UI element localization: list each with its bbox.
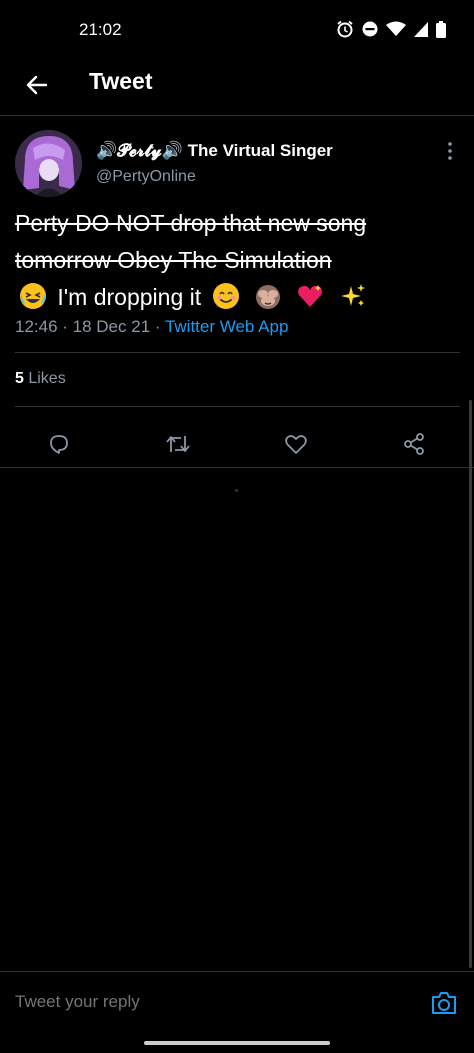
reply-input[interactable] (15, 992, 395, 1012)
scrollbar[interactable] (469, 400, 472, 968)
arrow-left-icon (26, 75, 48, 95)
likes-label: Likes (23, 370, 66, 387)
reply-bar (0, 971, 474, 1034)
tweet-text: Perty DO NOT drop that new song tomorrow… (15, 205, 455, 316)
app-bar: Tweet (0, 60, 474, 116)
tweet-timestamp: 12:46 · 18 Dec 21 · (15, 317, 165, 336)
display-name[interactable]: 🔊𝓟𝓮𝓻𝓽𝔂🔊 The Virtual Singer (96, 141, 333, 161)
page-title: Tweet (89, 68, 153, 94)
tweet-actions (0, 421, 474, 467)
laughing-emoji-icon (19, 282, 47, 310)
retweet-icon (166, 436, 190, 452)
smiling-emoji-icon (212, 282, 240, 310)
divider (15, 406, 460, 407)
back-button[interactable] (20, 68, 54, 102)
divider (15, 352, 460, 353)
tweet-meta: 12:46 · 18 Dec 21 · Twitter Web App (15, 317, 288, 337)
more-button[interactable] (440, 139, 460, 165)
heart-icon (285, 435, 307, 454)
share-icon (404, 433, 424, 455)
status-time: 21:02 (79, 20, 122, 39)
status-bar: 21:02 (0, 0, 474, 60)
retweet-button[interactable] (155, 421, 201, 467)
avatar[interactable] (15, 130, 82, 197)
tweet-text-struck: Perty DO NOT drop that new song tomorrow… (15, 210, 367, 273)
camera-button[interactable] (428, 987, 460, 1019)
signal-icon (414, 21, 428, 42)
see-no-evil-monkey-icon (254, 282, 282, 310)
sparkles-icon (339, 282, 367, 310)
likes-count[interactable]: 5 Likes (15, 370, 66, 388)
divider (0, 467, 474, 468)
reply-icon (50, 435, 68, 454)
camera-icon (432, 992, 456, 1014)
status-icons (336, 20, 446, 43)
alarm-icon (336, 20, 354, 43)
reply-button[interactable] (36, 421, 82, 467)
more-vertical-icon (448, 142, 452, 160)
tweet-text-plain: I'm dropping it (51, 284, 202, 310)
sparkling-heart-icon (296, 282, 324, 310)
tweet-source-link[interactable]: Twitter Web App (165, 317, 288, 336)
user-handle[interactable]: @PertyOnline (96, 168, 196, 186)
share-button[interactable] (391, 421, 437, 467)
loading-indicator (235, 489, 238, 492)
gesture-nav-handle[interactable] (144, 1041, 330, 1045)
wifi-icon (386, 21, 406, 42)
like-button[interactable] (273, 421, 319, 467)
likes-number: 5 (15, 370, 24, 387)
dnd-icon (362, 21, 378, 42)
battery-icon (436, 20, 446, 43)
